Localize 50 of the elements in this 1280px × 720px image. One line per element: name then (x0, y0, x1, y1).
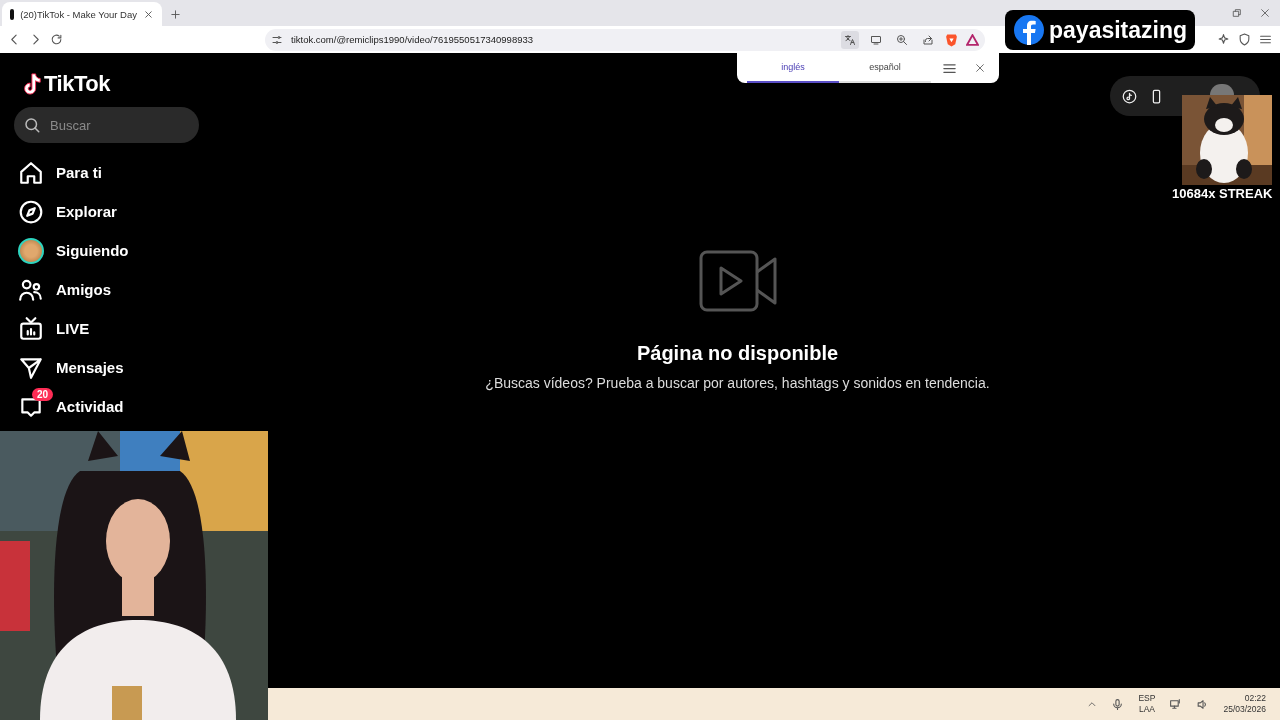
avatar-icon (18, 237, 44, 264)
network-icon (1169, 697, 1183, 711)
menu-icon (1259, 33, 1272, 46)
search-icon (23, 116, 41, 134)
close-icon (1260, 8, 1270, 18)
shield-icon (1238, 33, 1251, 46)
tv-icon (18, 315, 44, 342)
restore-icon (1232, 8, 1242, 18)
address-bar[interactable]: tiktok.com/@remiclips1990/video/7619550517340998933 (265, 28, 985, 51)
language-tab[interactable]: español (839, 53, 931, 83)
chevron-up-icon (1087, 699, 1098, 709)
nav-item[interactable]: Amigos (14, 270, 198, 309)
close-icon (143, 8, 154, 20)
tiktok-icon (1122, 88, 1137, 104)
language-indicator[interactable]: ESP LAA (1138, 692, 1156, 716)
notification-badge: 20 (32, 388, 54, 401)
video-camera-icon (698, 250, 777, 312)
clock[interactable]: 02:22 25/03/2026 (1223, 692, 1266, 716)
site-settings-icon (271, 33, 283, 46)
url-text: tiktok.com/@remiclips1990/video/7619550517340998933 (291, 34, 535, 45)
profile-avatar[interactable] (1210, 84, 1234, 95)
search-field[interactable]: Buscar (14, 107, 199, 143)
message-text: ¿Buscas vídeos? Prueba a buscar por autores, hashtags y sonidos en tendencia. (485, 375, 990, 391)
home-icon (18, 159, 44, 186)
install-icon (870, 33, 882, 46)
browser-tab[interactable]: (20)TikTok - Make Your Day (2, 2, 162, 26)
reload-icon (50, 33, 63, 46)
tab-title: (20)TikTok - Make Your Day (20, 8, 137, 20)
nav-item[interactable]: Para ti (14, 153, 198, 192)
plus-icon (170, 9, 181, 20)
close-icon (975, 63, 985, 73)
translate-icon (844, 33, 856, 46)
nav-item[interactable]: LIVE (14, 309, 198, 348)
language-tab[interactable]: inglés (747, 53, 839, 83)
lion-shield-icon (945, 32, 958, 47)
handle-text: payasitazing (1049, 16, 1188, 44)
share-icon (922, 33, 934, 46)
nav-item[interactable]: 20 Actividad (14, 387, 198, 426)
sparkle-icon (1217, 33, 1230, 46)
nav-item[interactable]: Mensajes (14, 348, 198, 387)
microphone-icon (1111, 697, 1125, 711)
facebook-icon (1013, 14, 1045, 46)
compass-icon (18, 198, 44, 225)
nav-item[interactable]: Explorar (14, 192, 198, 231)
nav-item[interactable]: Siguiendo (14, 231, 198, 270)
zoom-icon (896, 33, 908, 46)
triangle-icon (966, 33, 979, 46)
streak-counter: 10684x STREAK (1172, 186, 1273, 201)
page-title: Página no disponible (636, 342, 839, 365)
logo-text: TikTok (44, 71, 110, 97)
